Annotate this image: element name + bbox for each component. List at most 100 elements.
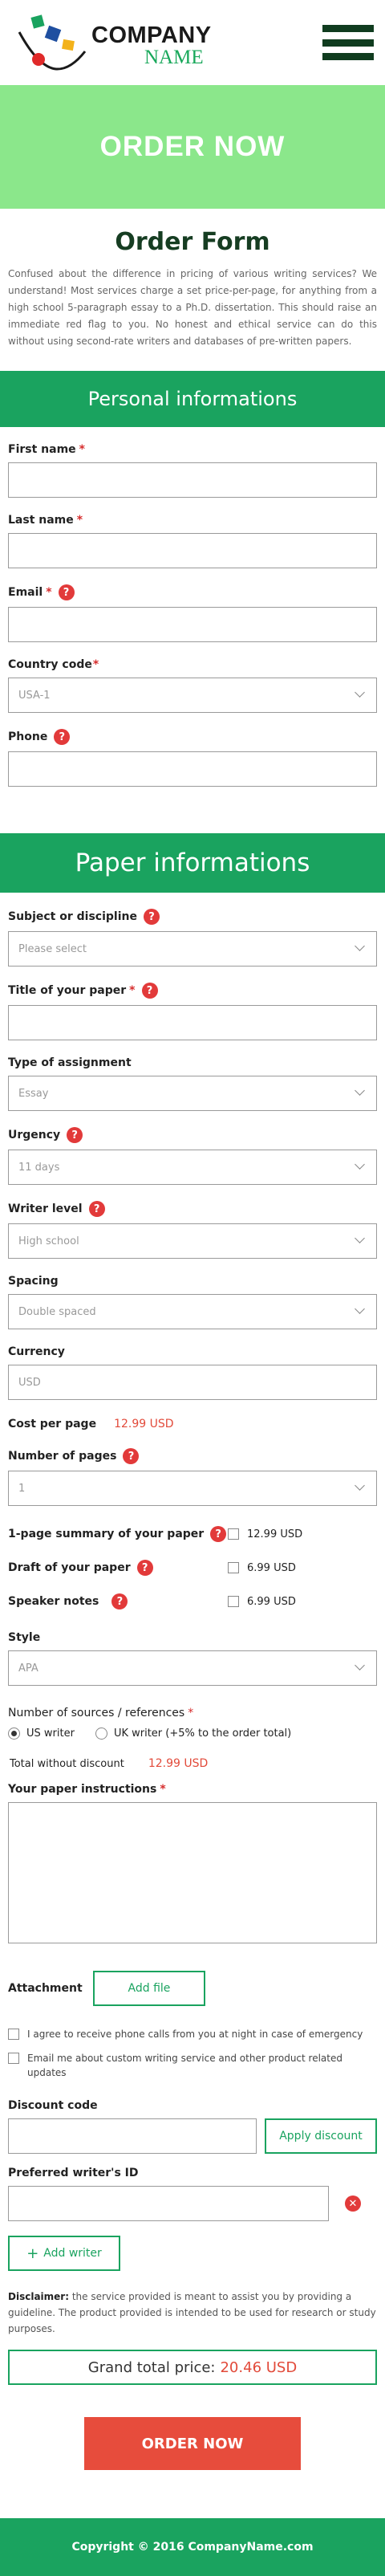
instructions-textarea[interactable] [8,1802,377,1943]
email-input[interactable] [8,607,377,642]
help-icon[interactable]: ? [67,1127,83,1143]
help-icon[interactable]: ? [111,1593,128,1609]
chevron-down-icon [355,1480,365,1491]
uk-writer-radio[interactable] [95,1728,107,1740]
discount-input[interactable] [8,2118,257,2154]
spacing-select[interactable]: Double spaced [8,1294,377,1329]
pages-label: Number of pages? [8,1448,377,1464]
extra-draft-label: Draft of your paper? [8,1560,228,1576]
writer-id-label: Preferred writer's ID [8,2167,139,2179]
consent-phone-checkbox[interactable] [8,2029,19,2040]
consent-email-checkbox[interactable] [8,2053,19,2064]
extra-summary-label: 1-page summary of your paper? [8,1526,228,1542]
uk-writer-label: UK writer (+5% to the order total) [113,1728,292,1740]
personal-fields: First name * Last name * Email *? Country c… [0,443,385,787]
style-select[interactable]: APA [8,1650,377,1686]
help-icon[interactable]: ? [54,729,71,745]
remove-icon[interactable]: ✕ [345,2196,361,2212]
spacing-label: Spacing [8,1275,59,1288]
cost-per-page-row: Cost per page 12.99 USD [8,1418,377,1430]
grand-total-value: 20.46 USD [220,2358,298,2376]
last-name-input[interactable] [8,533,377,568]
chevron-down-icon [355,1660,365,1671]
logo-company-text: COMPANY [91,22,212,48]
paper-title-label: Title of your paper *? [8,983,377,999]
total-without-discount-label: Total without discount [10,1757,124,1770]
pages-select[interactable]: 1 [8,1471,377,1506]
phone-input[interactable] [8,751,377,787]
subject-select[interactable]: Please select [8,931,377,967]
consent-phone-label: I agree to receive phone calls from you … [27,2029,363,2040]
currency-input[interactable]: USD [8,1365,377,1400]
chevron-down-icon [355,1233,365,1243]
cost-per-page-label: Cost per page [8,1418,97,1430]
extra-speaker-notes-price: 6.99 USD [247,1595,296,1608]
help-icon[interactable]: ? [123,1448,140,1464]
chevron-down-icon [355,1159,365,1170]
help-icon[interactable]: ? [136,1560,153,1576]
paper-title-input[interactable] [8,1005,377,1040]
disclaimer-title: Disclaimer: [8,2291,70,2302]
writer-id-input[interactable] [8,2186,329,2221]
phone-label: Phone? [8,729,377,745]
style-label: Style [8,1631,41,1644]
hamburger-menu-icon[interactable] [322,20,374,65]
attachment-row: Attachment Add file [8,1971,377,2006]
paper-fields: Subject or discipline? Please select Tit… [0,909,385,2385]
instructions-label: Your paper instructions * [8,1783,166,1796]
grand-total-label: Grand total price: [87,2358,216,2376]
hero-banner: ORDER NOW [0,85,385,209]
help-icon[interactable]: ? [210,1526,227,1542]
extra-speaker-notes-label: Speaker notes? [8,1593,228,1609]
extra-speaker-notes-row: Speaker notes? 6.99 USD [8,1585,377,1618]
country-code-label: Country code * [8,658,99,671]
first-name-input[interactable] [8,462,377,498]
add-file-button[interactable]: Add file [93,1971,205,2006]
urgency-label: Urgency? [8,1127,377,1143]
logo-name-text: NAME [144,47,204,68]
attachment-label: Attachment [8,1982,83,1995]
add-writer-button[interactable]: + Add writer [8,2236,120,2271]
extra-summary-checkbox[interactable] [228,1528,239,1540]
form-title: Order Form [115,228,270,256]
help-icon[interactable]: ? [88,1201,105,1217]
us-writer-label: US writer [26,1728,75,1740]
assignment-select[interactable]: Essay [8,1076,377,1111]
plus-icon: + [26,2244,39,2262]
help-icon[interactable]: ? [143,909,160,925]
extra-draft-row: Draft of your paper? 6.99 USD [8,1551,377,1585]
intro-text: Confused about the difference in pricing… [8,268,377,347]
extra-speaker-notes-checkbox[interactable] [228,1596,239,1607]
help-icon[interactable]: ? [141,983,158,999]
grand-total-box: Grand total price: 20.46 USD [8,2350,377,2385]
apply-discount-button[interactable]: Apply discount [265,2118,377,2154]
consent-phone-row: I agree to receive phone calls from you … [8,2027,377,2041]
us-writer-radio[interactable] [8,1728,20,1740]
order-now-button[interactable]: ORDER NOW [84,2417,301,2470]
chevron-down-icon [355,1085,365,1096]
writer-level-label: Writer level? [8,1201,377,1217]
sources-label: Number of sources / references * [8,1707,194,1719]
extra-summary-row: 1-page summary of your paper? 12.99 USD [8,1517,377,1551]
writer-level-select[interactable]: High school [8,1223,377,1259]
help-icon[interactable]: ? [58,584,75,600]
site-header: COMPANY NAME [0,0,385,85]
extra-summary-price: 12.99 USD [247,1528,303,1540]
extras-list: 1-page summary of your paper? 12.99 USD … [8,1517,377,1618]
urgency-select[interactable]: 11 days [8,1150,377,1185]
extra-draft-price: 6.99 USD [247,1561,296,1574]
add-writer-label: Add writer [43,2247,102,2260]
consent-email-row: Email me about custom writing service an… [8,2051,377,2080]
chevron-down-icon [355,1304,365,1314]
discount-label: Discount code [8,2099,98,2112]
writer-region-radios: US writer UK writer (+5% to the order to… [8,1728,377,1740]
extra-draft-checkbox[interactable] [228,1562,239,1573]
disclaimer: Disclaimer: the service provided is mean… [8,2289,377,2337]
chevron-down-icon [355,941,365,951]
email-label: Email *? [8,584,377,600]
us-writer-option[interactable]: US writer [8,1728,75,1740]
first-name-label: First name * [8,443,85,456]
country-code-select[interactable]: USA-1 [8,678,377,713]
uk-writer-option[interactable]: UK writer (+5% to the order total) [95,1728,291,1740]
company-logo[interactable]: COMPANY NAME [14,11,212,74]
